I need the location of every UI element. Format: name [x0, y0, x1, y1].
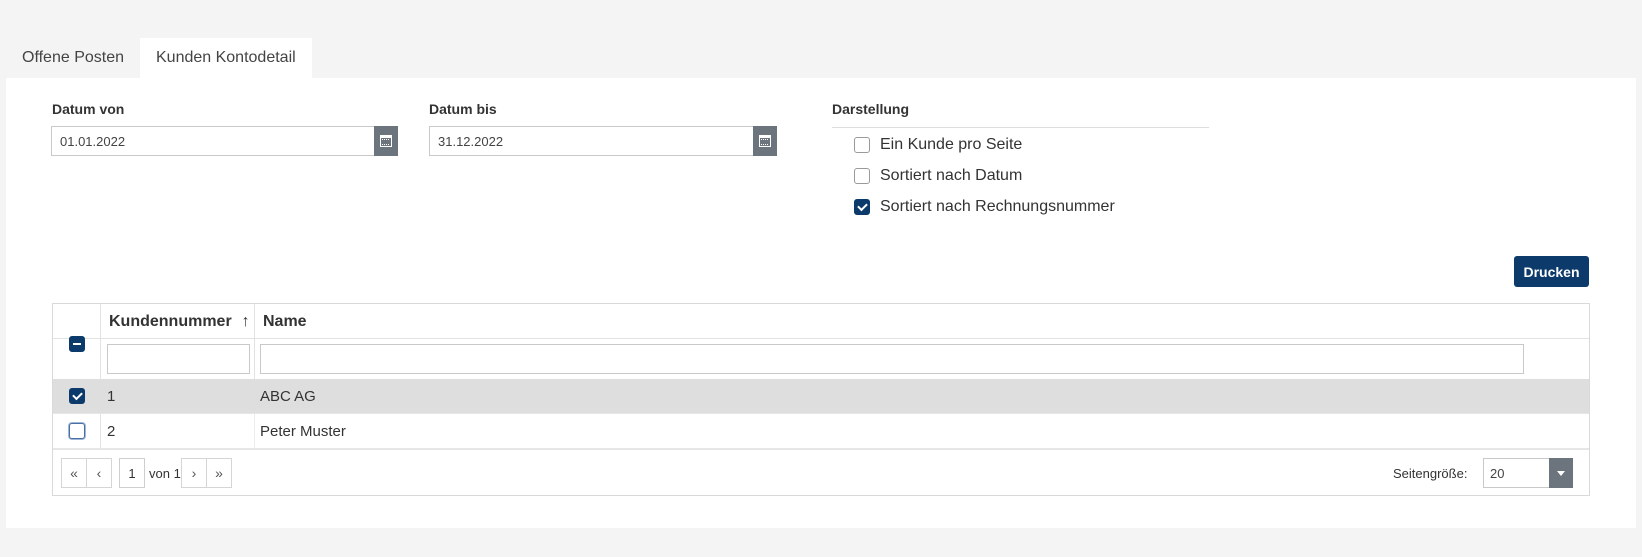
option-sortiert-nach-rechnungsnummer-label: Sortiert nach Rechnungsnummer [880, 198, 1115, 215]
darstellung-divider [832, 127, 1209, 128]
datum-von-label: Datum von [52, 101, 125, 117]
next-page-button[interactable]: › [181, 458, 207, 488]
tab-bar: Offene Posten Kunden Kontodetail [6, 38, 312, 78]
chevron-right-icon: › [191, 465, 197, 481]
datum-bis-label: Datum bis [429, 101, 497, 117]
tab-offene-posten[interactable]: Offene Posten [6, 38, 140, 78]
datum-von-calendar-button[interactable] [374, 126, 398, 156]
double-chevron-right-icon: » [215, 465, 223, 481]
page-count-text: von 1 [149, 465, 181, 481]
first-page-button[interactable]: « [61, 458, 87, 488]
option-sortiert-nach-datum-label: Sortiert nach Datum [880, 167, 1023, 184]
calendar-icon [759, 135, 771, 147]
last-page-button[interactable]: » [206, 458, 232, 488]
previous-page-button[interactable]: ‹ [86, 458, 112, 488]
name-filter-input[interactable] [260, 344, 1524, 374]
column-header-name-label: Name [263, 312, 307, 330]
option-ein-kunde-pro-seite-label: Ein Kunde pro Seite [880, 136, 1023, 153]
grid-pager: « ‹ 1 von 1 › » Seitengröße: 20 [53, 449, 1589, 497]
current-page-input[interactable]: 1 [119, 458, 145, 488]
page-size-label: Seitengröße: [1393, 465, 1468, 481]
table-row[interactable]: 1 ABC AG [53, 379, 1589, 414]
page-size-dropdown-button[interactable] [1549, 458, 1573, 488]
datum-bis-calendar-button[interactable] [753, 126, 777, 156]
row-select-checkbox[interactable] [69, 423, 85, 439]
double-chevron-left-icon: « [70, 465, 78, 481]
column-header-name[interactable]: Name [263, 304, 307, 339]
datum-von-field[interactable]: 01.01.2022 [51, 126, 398, 156]
datum-von-value: 01.01.2022 [60, 133, 126, 149]
chevron-left-icon: ‹ [96, 465, 102, 481]
cell-name: Peter Muster [260, 422, 346, 440]
cell-name: ABC AG [260, 387, 316, 405]
tab-kunden-kontodetail[interactable]: Kunden Kontodetail [140, 38, 312, 78]
darstellung-label: Darstellung [832, 101, 910, 117]
option-sortiert-nach-datum[interactable]: Sortiert nach Datum [854, 167, 1022, 185]
grid-header: Kundennummer ↑ Name [53, 304, 1589, 339]
column-header-kundennummer-label: Kundennummer [109, 312, 232, 330]
column-header-kundennummer[interactable]: Kundennummer ↑ [109, 304, 250, 339]
cell-kundennummer: 2 [107, 422, 116, 440]
option-ein-kunde-pro-seite[interactable]: Ein Kunde pro Seite [854, 136, 1022, 154]
drucken-button[interactable]: Drucken [1514, 256, 1589, 287]
datum-bis-value: 31.12.2022 [438, 133, 504, 149]
row-select-checkbox[interactable] [69, 388, 85, 404]
page-size-value: 20 [1490, 465, 1505, 481]
calendar-icon [380, 135, 392, 147]
kundennummer-filter-input[interactable] [107, 344, 250, 374]
datum-bis-field[interactable]: 31.12.2022 [429, 126, 777, 156]
arrow-up-icon: ↑ [241, 312, 250, 330]
option-sortiert-nach-rechnungsnummer-checkbox[interactable] [854, 199, 870, 215]
caret-down-icon [1557, 470, 1565, 476]
grid-filter-row [53, 339, 1589, 379]
table-row[interactable]: 2 Peter Muster [53, 414, 1589, 449]
option-ein-kunde-pro-seite-checkbox[interactable] [854, 137, 870, 153]
option-sortiert-nach-datum-checkbox[interactable] [854, 168, 870, 184]
option-sortiert-nach-rechnungsnummer[interactable]: Sortiert nach Rechnungsnummer [854, 198, 1115, 216]
page-size-select[interactable]: 20 [1483, 458, 1573, 488]
customer-grid: Kundennummer ↑ Name 1 ABC AG 2 Peter Mus… [52, 303, 1590, 496]
cell-kundennummer: 1 [107, 387, 116, 405]
